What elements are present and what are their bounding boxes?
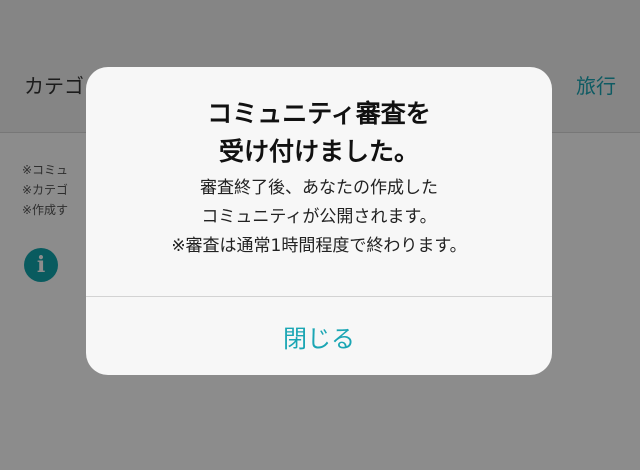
dialog-message: 審査終了後、あなたの作成した コミュニティが公開されます。 ※審査は通常1時間程…: [86, 174, 552, 261]
dialog-title: コミュニティ審査を 受け付けました。: [86, 95, 552, 171]
dialog-message-line: コミュニティが公開されます。: [201, 207, 437, 227]
dialog-message-line: 審査終了後、あなたの作成した: [200, 178, 438, 198]
dialog-message-line: ※審査は通常1時間程度で終わります。: [171, 236, 467, 256]
close-button[interactable]: 閉じる: [86, 297, 552, 375]
dialog-title-line: 受け付けました。: [218, 137, 419, 166]
alert-dialog: コミュニティ審査を 受け付けました。 審査終了後、あなたの作成した コミュニティ…: [86, 67, 552, 375]
dialog-title-line: コミュニティ審査を: [207, 99, 431, 128]
